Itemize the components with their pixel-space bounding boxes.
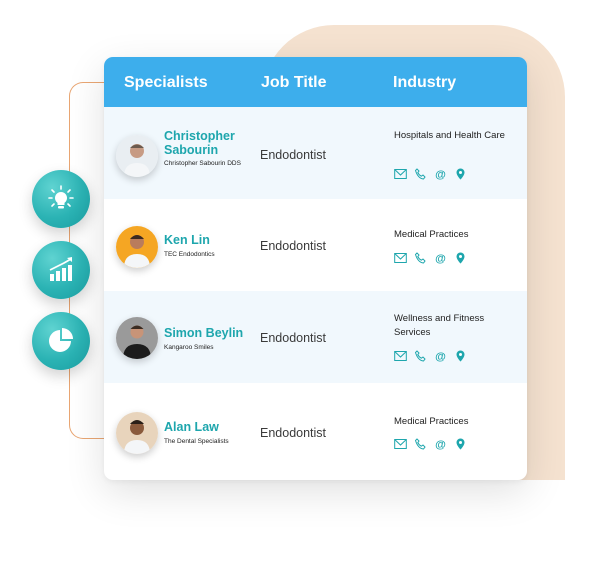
table-header: Specialists Job Title Industry bbox=[104, 57, 527, 107]
location-icon[interactable] bbox=[454, 350, 467, 362]
table-row[interactable]: Christopher Sabourin Christopher Sabouri… bbox=[104, 107, 527, 199]
contact-icons: @ bbox=[394, 350, 467, 362]
feature-bubble-analytics bbox=[32, 312, 90, 370]
specialist-company: The Dental Specialists bbox=[164, 438, 229, 445]
svg-text:@: @ bbox=[435, 351, 446, 362]
job-title: Endodontist bbox=[260, 331, 327, 345]
specialist-company: Christopher Sabourin DDS bbox=[164, 160, 241, 167]
industry: Wellness and Fitness Services bbox=[394, 313, 485, 338]
table-row[interactable]: Ken Lin TEC Endodontics Endodontist Medi… bbox=[104, 199, 527, 291]
specialist-company: Kangaroo Smiles bbox=[164, 344, 214, 351]
column-header-industry[interactable]: Industry bbox=[393, 74, 456, 92]
feature-bubble-insights bbox=[32, 170, 90, 228]
table-row[interactable]: Simon Beylin Kangaroo Smiles Endodontist… bbox=[104, 291, 527, 383]
at-icon[interactable]: @ bbox=[434, 350, 447, 362]
feature-bubble-growth bbox=[32, 241, 90, 299]
phone-icon[interactable] bbox=[414, 168, 427, 180]
phone-icon[interactable] bbox=[414, 252, 427, 264]
growth-chart-icon bbox=[49, 257, 72, 281]
email-icon[interactable] bbox=[394, 438, 407, 450]
lightbulb-icon bbox=[48, 185, 74, 209]
email-icon[interactable] bbox=[394, 252, 407, 264]
svg-text:@: @ bbox=[435, 253, 446, 264]
table-row[interactable]: Alan Law The Dental Specialists Endodont… bbox=[104, 383, 527, 480]
contact-icons: @ bbox=[394, 168, 467, 180]
industry: Medical Practices bbox=[394, 229, 469, 240]
at-icon[interactable]: @ bbox=[434, 252, 447, 264]
location-icon[interactable] bbox=[454, 252, 467, 264]
job-title: Endodontist bbox=[260, 148, 327, 162]
avatar bbox=[116, 412, 158, 454]
phone-icon[interactable] bbox=[414, 438, 427, 450]
specialist-name[interactable]: Alan Law bbox=[164, 420, 244, 434]
industry: Hospitals and Health Care bbox=[394, 130, 505, 141]
column-header-specialists[interactable]: Specialists bbox=[124, 74, 208, 92]
avatar bbox=[116, 317, 158, 359]
contact-icons: @ bbox=[394, 438, 467, 450]
specialist-name[interactable]: Ken Lin bbox=[164, 233, 244, 247]
avatar bbox=[116, 226, 158, 268]
avatar bbox=[116, 135, 158, 177]
specialist-name[interactable]: Christopher Sabourin bbox=[164, 129, 244, 157]
email-icon[interactable] bbox=[394, 168, 407, 180]
phone-icon[interactable] bbox=[414, 350, 427, 362]
contact-icons: @ bbox=[394, 252, 467, 264]
pie-chart-icon bbox=[49, 328, 73, 352]
specialist-name[interactable]: Simon Beylin bbox=[164, 326, 244, 340]
specialist-company: TEC Endodontics bbox=[164, 251, 215, 258]
svg-text:@: @ bbox=[435, 439, 446, 450]
at-icon[interactable]: @ bbox=[434, 168, 447, 180]
svg-text:@: @ bbox=[435, 169, 446, 180]
email-icon[interactable] bbox=[394, 350, 407, 362]
location-icon[interactable] bbox=[454, 168, 467, 180]
location-icon[interactable] bbox=[454, 438, 467, 450]
specialists-table: Specialists Job Title Industry Christoph… bbox=[104, 57, 527, 480]
job-title: Endodontist bbox=[260, 239, 327, 253]
column-header-job-title[interactable]: Job Title bbox=[261, 74, 327, 92]
at-icon[interactable]: @ bbox=[434, 438, 447, 450]
job-title: Endodontist bbox=[260, 426, 327, 440]
industry: Medical Practices bbox=[394, 416, 469, 427]
